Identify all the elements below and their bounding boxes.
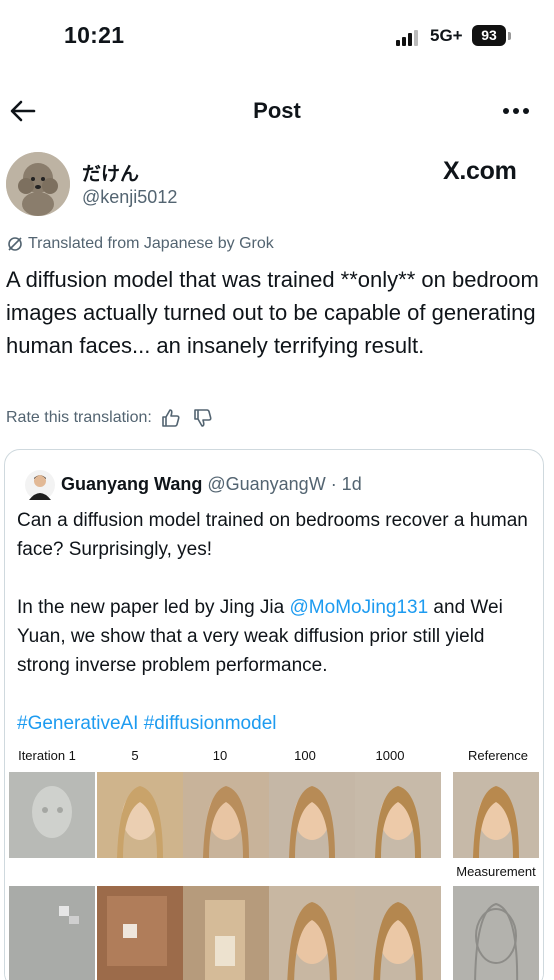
battery-cap xyxy=(508,32,511,40)
status-bar: 10:21 5G+ 93 xyxy=(0,0,554,72)
face-image xyxy=(183,772,269,858)
status-time: 10:21 xyxy=(64,22,125,48)
quoted-tweet[interactable]: Guanyang Wang @GuanyangW · 1d Can a diff… xyxy=(4,449,544,980)
face-measurement xyxy=(453,886,539,980)
figure-label-reference: Reference xyxy=(468,748,528,763)
face-image xyxy=(355,886,441,980)
rate-translation: Rate this translation: xyxy=(6,405,216,431)
battery-icon: 93 xyxy=(472,25,506,46)
more-options-button[interactable] xyxy=(496,94,536,128)
figure-label-10: 10 xyxy=(212,748,228,763)
top-bar: Post xyxy=(0,84,554,140)
author-handle[interactable]: @kenji5012 xyxy=(82,187,177,208)
face-image xyxy=(355,772,441,858)
bedroom-cell-10 xyxy=(183,886,269,980)
figure-label-100: 100 xyxy=(294,748,316,763)
page-title: Post xyxy=(253,98,301,123)
quote-avatar[interactable] xyxy=(25,470,55,500)
thumbs-up-icon xyxy=(162,409,180,427)
face-from-bedroom-100 xyxy=(269,886,355,980)
paper-figure-image[interactable]: Iteration 1 5 10 100 1000 Reference Meas… xyxy=(5,738,543,980)
quote-time: · 1d xyxy=(325,474,362,494)
face-cell-100 xyxy=(269,772,355,858)
measurement-image xyxy=(453,886,539,980)
mention-link[interactable]: @MoMoJing131 xyxy=(290,597,429,618)
grok-icon xyxy=(8,237,22,251)
quote-header: Guanyang Wang @GuanyangW · 1d xyxy=(61,474,362,495)
quote-author-handle[interactable]: @GuanyangW xyxy=(207,474,325,494)
face-cell-10 xyxy=(183,772,269,858)
noisy-bedroom-image xyxy=(9,886,95,980)
arrow-left-icon xyxy=(10,100,36,122)
quote-paragraph-1: Can a diffusion model trained on bedroom… xyxy=(17,510,528,560)
quote-body: Can a diffusion model trained on bedroom… xyxy=(17,506,537,738)
translation-note: Translated from Japanese by Grok xyxy=(6,235,274,253)
figure-label-1000: 1000 xyxy=(375,748,405,763)
face-image xyxy=(269,886,355,980)
face-reference xyxy=(453,772,539,858)
face-image xyxy=(453,772,539,858)
bedroom-cell-5 xyxy=(97,886,183,980)
bedroom-image xyxy=(97,886,183,980)
network-label: 5G+ xyxy=(430,26,463,45)
poodle-avatar-image xyxy=(6,152,70,216)
xcom-watermark: X.com xyxy=(443,157,517,185)
noisy-face-image xyxy=(32,786,72,838)
quote-p2-pre: In the new paper led by Jing Jia xyxy=(17,597,290,618)
back-button[interactable] xyxy=(6,94,40,128)
bedroom-image xyxy=(183,886,269,980)
face-from-bedroom-1000 xyxy=(355,886,441,980)
author-name[interactable]: だけん xyxy=(82,159,139,186)
rate-translation-label: Rate this translation: xyxy=(6,409,152,426)
face-cell-1000 xyxy=(355,772,441,858)
thumbs-down-button[interactable] xyxy=(190,405,216,431)
figure-label-measurement: Measurement xyxy=(456,864,536,879)
figure-label-5: 5 xyxy=(131,748,139,763)
face-image xyxy=(97,772,183,858)
bedroom-noisy-cell xyxy=(9,886,95,980)
translation-note-text: Translated from Japanese by Grok xyxy=(28,235,274,252)
face-image xyxy=(269,772,355,858)
thumbs-down-icon xyxy=(194,409,212,427)
author-avatar[interactable] xyxy=(6,152,70,216)
signal-icon xyxy=(396,30,418,46)
quote-author-name[interactable]: Guanyang Wang xyxy=(61,474,202,494)
face-cell-5 xyxy=(97,772,183,858)
tweet-text: A diffusion model that was trained **onl… xyxy=(6,267,539,358)
quote-paragraph-2: In the new paper led by Jing Jia @MoMoJi… xyxy=(17,593,537,680)
figure-label-iteration-1: Iteration 1 xyxy=(18,748,76,763)
face-noisy-cell xyxy=(9,772,95,858)
hashtag-links[interactable]: #GenerativeAI #diffusionmodel xyxy=(17,709,537,738)
more-dots-icon xyxy=(503,108,529,114)
thumbs-up-button[interactable] xyxy=(158,405,184,431)
